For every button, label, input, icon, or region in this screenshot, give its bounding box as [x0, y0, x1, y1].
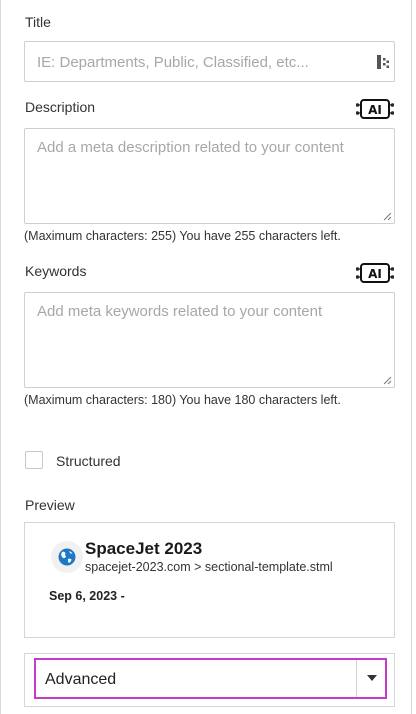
structured-checkbox[interactable] — [25, 451, 43, 469]
search-preview-card: SpaceJet 2023 spacejet-2023.com > sectio… — [24, 522, 395, 638]
preview-label: Preview — [25, 497, 75, 513]
caret-down-icon[interactable] — [367, 675, 377, 681]
structured-label[interactable]: Structured — [56, 453, 121, 469]
preview-breadcrumb: spacejet-2023.com > sectional-template.s… — [85, 560, 333, 574]
preview-site-title: SpaceJet 2023 — [85, 539, 203, 558]
keywords-char-hint: (Maximum characters: 180) You have 180 c… — [24, 393, 341, 407]
ai-generate-description-icon[interactable]: AI — [356, 98, 394, 120]
keywords-textarea[interactable]: Add meta keywords related to your conten… — [24, 292, 395, 388]
favicon-circle — [51, 541, 83, 573]
globe-icon — [58, 548, 76, 566]
description-placeholder: Add a meta description related to your c… — [37, 139, 344, 156]
seo-settings-panel: Title IE: Departments, Public, Classifie… — [0, 0, 412, 714]
keywords-label: Keywords — [25, 263, 87, 279]
select-divider — [356, 660, 357, 697]
ai-text: AI — [368, 267, 382, 281]
preview-date: Sep 6, 2023 - — [49, 589, 125, 603]
keywords-placeholder: Add meta keywords related to your conten… — [37, 303, 323, 320]
title-input[interactable]: IE: Departments, Public, Classified, etc… — [24, 41, 395, 82]
description-textarea[interactable]: Add a meta description related to your c… — [24, 128, 395, 224]
title-placeholder: IE: Departments, Public, Classified, etc… — [37, 54, 309, 71]
advanced-select-value: Advanced — [45, 671, 117, 688]
description-char-hint: (Maximum characters: 255) You have 255 c… — [24, 229, 341, 243]
ai-text: AI — [368, 103, 382, 117]
ai-generate-keywords-icon[interactable]: AI — [356, 262, 394, 284]
advanced-section-wrapper: Advanced — [24, 653, 395, 707]
description-label: Description — [25, 99, 96, 115]
advanced-select[interactable]: Advanced — [34, 658, 387, 699]
password-manager-icon[interactable] — [376, 54, 390, 70]
title-label: Title — [25, 14, 51, 30]
resize-handle-icon[interactable] — [383, 212, 392, 221]
resize-handle-icon[interactable] — [383, 376, 392, 385]
